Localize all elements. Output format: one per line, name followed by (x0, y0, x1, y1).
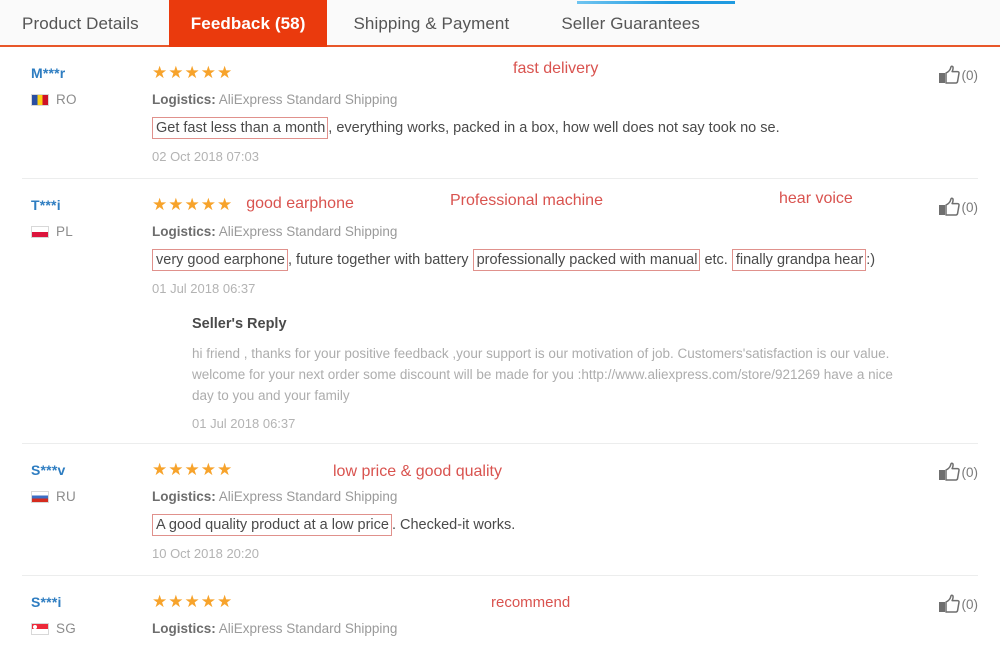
buyer-name[interactable]: T***i (31, 195, 152, 215)
buyer-country: RU (31, 489, 152, 504)
feedback-item: T***i PL ★★★★★ good earphone Professiona… (0, 179, 1000, 444)
annotation-note: Professional machine (450, 192, 603, 209)
rating-row: ★★★★★ low price & good quality (152, 458, 908, 481)
seller-reply-title: Seller's Reply (192, 316, 287, 332)
feedback-content: ★★★★★ good earphone Professional machine… (152, 190, 979, 431)
rating-row: ★★★★★ good earphone Professional machine… (152, 190, 908, 215)
review-plain: , everything works, packed in a box, how… (328, 120, 780, 136)
rating-row: ★★★★★ recommend (152, 590, 908, 612)
buyer-country: PL (31, 224, 152, 239)
feedback-item: S***i SG ★★★★★ recommend Logistics: AliE… (0, 576, 1000, 646)
review-highlight: A good quality product at a low price (152, 514, 392, 536)
annotation-note: low price & good quality (333, 463, 502, 480)
review-plain: etc. (700, 252, 732, 268)
review-timestamp: 01 Jul 2018 06:37 (152, 281, 256, 296)
tab-product-details[interactable]: Product Details (0, 0, 169, 47)
helpful-button[interactable]: (0) (938, 594, 979, 614)
review-text: A good quality product at a low price. C… (152, 514, 908, 536)
flag-singapore-icon (31, 622, 49, 635)
flag-russia-icon (31, 490, 49, 503)
helpful-button[interactable]: (0) (938, 197, 979, 217)
tab-shipping-payment-label: Shipping & Payment (353, 13, 510, 33)
logistics-label: Logistics: (152, 224, 216, 239)
buyer-info: S***v RU (22, 458, 152, 563)
buyer-country: RO (31, 92, 152, 107)
annotation-note: fast delivery (513, 60, 599, 77)
logistics-line: Logistics: AliExpress Standard Shipping (152, 91, 908, 109)
review-timestamp: 10 Oct 2018 20:20 (152, 546, 259, 561)
review-plain: :) (866, 252, 876, 268)
review-plain: , future together with battery (288, 252, 473, 268)
thumbs-up-icon (938, 197, 960, 216)
feedback-content: ★★★★★ recommend Logistics: AliExpress St… (152, 590, 978, 646)
logistics-value: AliExpress Standard Shipping (218, 92, 398, 107)
star-rating-icon: ★★★★★ (152, 591, 234, 611)
thumbs-up-icon (938, 594, 960, 613)
page-loading-bar-fill (577, 1, 735, 4)
logistics-line: Logistics: AliExpress Standard Shipping (152, 488, 908, 506)
logistics-value: AliExpress Standard Shipping (218, 489, 398, 504)
buyer-country-code: PL (56, 224, 74, 239)
feedback-list: M***r RO ★★★★★ fast delivery Logistics: … (0, 47, 1000, 646)
feedback-item: M***r RO ★★★★★ fast delivery Logistics: … (0, 47, 1000, 179)
tab-seller-guarantees[interactable]: Seller Guarantees (535, 0, 726, 47)
review-text: very good earphone, future together with… (152, 249, 908, 271)
rating-row: ★★★★★ fast delivery (152, 60, 908, 83)
buyer-name[interactable]: M***r (31, 63, 152, 83)
flag-romania-icon (31, 93, 49, 106)
tab-feedback-label: Feedback (58) (190, 13, 306, 33)
buyer-info: T***i PL (22, 193, 152, 431)
logistics-line: Logistics: AliExpress Standard Shipping (152, 223, 908, 241)
star-rating-icon: ★★★★★ (152, 459, 234, 479)
helpful-count: (0) (961, 464, 979, 480)
star-rating-icon: ★★★★★ (152, 62, 234, 82)
logistics-value: AliExpress Standard Shipping (218, 224, 398, 239)
logistics-value: AliExpress Standard Shipping (218, 621, 398, 636)
helpful-button[interactable]: (0) (938, 462, 979, 482)
logistics-label: Logistics: (152, 92, 216, 107)
annotation-note: recommend (491, 594, 571, 611)
feedback-content: ★★★★★ fast delivery Logistics: AliExpres… (152, 60, 979, 166)
tab-seller-guarantees-label: Seller Guarantees (561, 13, 701, 33)
feedback-content: ★★★★★ low price & good quality Logistics… (152, 458, 978, 563)
product-tab-bar: Product Details Feedback (58) Shipping &… (0, 0, 1000, 47)
logistics-label: Logistics: (152, 621, 216, 636)
seller-reply: Seller's Reply hi friend , thanks for yo… (152, 314, 908, 431)
tab-feedback[interactable]: Feedback (58) (168, 0, 328, 47)
logistics-line: Logistics: AliExpress Standard Shipping (152, 620, 908, 638)
tab-shipping-payment[interactable]: Shipping & Payment (327, 0, 535, 47)
review-timestamp: 02 Oct 2018 07:03 (152, 149, 259, 164)
page-loading-bar (0, 0, 1000, 4)
review-plain: . Checked-it works. (391, 517, 516, 533)
buyer-country: SG (31, 621, 152, 636)
buyer-name[interactable]: S***v (31, 460, 152, 480)
buyer-info: S***i SG (22, 590, 152, 646)
review-highlight: professionally packed with manual (472, 249, 701, 271)
star-rating-icon: ★★★★★ (152, 194, 234, 214)
seller-reply-timestamp: 01 Jul 2018 06:37 (192, 416, 296, 431)
thumbs-up-icon (938, 462, 960, 481)
flag-poland-icon (31, 225, 49, 238)
review-highlight: very good earphone (152, 249, 288, 271)
buyer-country-code: RO (56, 92, 77, 107)
buyer-name[interactable]: S***i (31, 592, 152, 612)
thumbs-up-icon (938, 65, 960, 84)
buyer-country-code: RU (56, 489, 77, 504)
annotation-note-inline: good earphone (246, 195, 354, 212)
seller-reply-body: hi friend , thanks for your positive fee… (192, 346, 893, 403)
review-highlight: Get fast less than a month (152, 117, 329, 139)
feedback-item: S***v RU ★★★★★ low price & good quality … (0, 444, 1000, 576)
helpful-count: (0) (961, 596, 979, 612)
buyer-info: M***r RO (22, 61, 152, 166)
logistics-label: Logistics: (152, 489, 216, 504)
review-highlight: finally grandpa hear (731, 249, 867, 271)
helpful-count: (0) (961, 199, 979, 215)
buyer-country-code: SG (56, 621, 77, 636)
helpful-count: (0) (961, 67, 979, 83)
annotation-note: hear voice (779, 190, 853, 207)
helpful-button[interactable]: (0) (938, 65, 979, 85)
review-text: Get fast less than a month, everything w… (152, 117, 908, 139)
tab-product-details-label: Product Details (22, 13, 139, 33)
